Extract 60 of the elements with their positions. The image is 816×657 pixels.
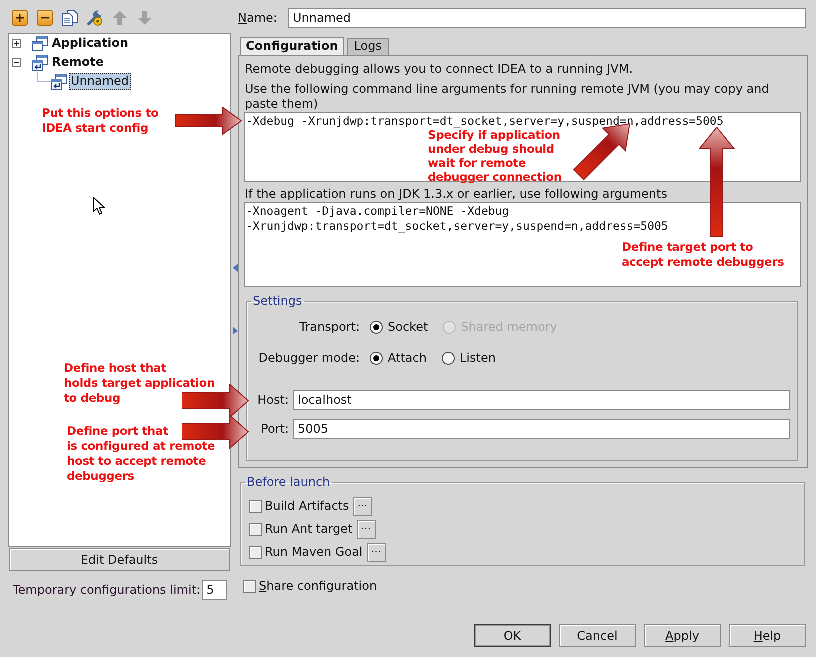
description-text: Remote debugging allows you to connect IDEA to a running JVM. bbox=[244, 62, 634, 77]
mouse-pointer-icon bbox=[93, 197, 105, 215]
documents-icon[interactable] bbox=[62, 10, 78, 26]
callout-arrow bbox=[175, 107, 242, 135]
radio-icon[interactable] bbox=[442, 352, 455, 364]
wrench-icon[interactable] bbox=[87, 10, 103, 26]
field-label: Name: bbox=[238, 11, 278, 25]
checkbox-icon[interactable] bbox=[249, 500, 262, 512]
ok-button[interactable]: OK bbox=[474, 624, 551, 647]
field-label: Port: bbox=[260, 422, 289, 436]
windows-icon bbox=[32, 36, 48, 52]
tab[interactable]: Configuration bbox=[240, 37, 344, 55]
triangle-right-icon[interactable] bbox=[232, 327, 238, 335]
tree-item[interactable]: Remote bbox=[50, 54, 106, 71]
browse-button[interactable]: ⋯ bbox=[353, 496, 372, 516]
tree-item[interactable]: Unnamed bbox=[69, 73, 132, 90]
window-arrow-icon bbox=[51, 74, 67, 90]
radio-button[interactable]: Attach bbox=[370, 351, 427, 365]
annotation-text: Define target port to accept remote debuggers bbox=[622, 240, 784, 270]
description-text: Use the following command line arguments for running remote JVM (you may copy and paste them) bbox=[244, 82, 770, 112]
name-field[interactable]: Unnamed bbox=[288, 8, 806, 28]
checkbox-item[interactable]: Run Ant target bbox=[249, 522, 353, 536]
plus-icon[interactable] bbox=[12, 10, 28, 26]
description-text: If the application runs on JDK 1.3.x or earlier, use following arguments bbox=[244, 187, 668, 202]
radio-button[interactable]: Listen bbox=[442, 351, 496, 365]
browse-button[interactable]: ⋯ bbox=[366, 542, 386, 562]
radio-icon[interactable] bbox=[370, 352, 383, 364]
help-button[interactable]: Help bbox=[729, 624, 806, 647]
plus-box-icon[interactable] bbox=[12, 39, 21, 48]
browse-button[interactable]: ⋯ bbox=[356, 520, 376, 538]
annotation-text: Define port that is configured at remote host to accept remote debuggers bbox=[67, 424, 216, 484]
minus-icon[interactable] bbox=[37, 10, 53, 26]
field-label: Debugger mode: bbox=[258, 351, 360, 365]
group-title: Settings bbox=[252, 294, 304, 308]
field-label: Transport: bbox=[298, 320, 360, 334]
tab[interactable]: Logs bbox=[347, 38, 389, 55]
group-title: Before launch bbox=[246, 475, 332, 489]
tree-item[interactable]: Application bbox=[50, 35, 131, 52]
checkbox-icon[interactable] bbox=[243, 580, 256, 592]
checkbox-item[interactable]: Build Artifacts bbox=[249, 499, 350, 513]
checkbox-icon[interactable] bbox=[249, 546, 262, 558]
radio-button[interactable]: Socket bbox=[370, 320, 428, 334]
limit-field[interactable]: 5 bbox=[202, 580, 227, 600]
edit-defaults-button[interactable]: Edit Defaults bbox=[9, 548, 230, 571]
host-field[interactable]: localhost bbox=[293, 390, 790, 410]
checkbox-item[interactable]: Share configuration bbox=[243, 579, 378, 593]
triangle-left-icon[interactable] bbox=[232, 264, 238, 272]
apply-button[interactable]: Apply bbox=[644, 624, 721, 647]
annotation-text: Specify if application under debug should wait for remote debugger connection bbox=[428, 128, 562, 184]
radio-icon[interactable] bbox=[370, 320, 383, 334]
field-label: Host: bbox=[256, 393, 289, 407]
minus-box-icon[interactable] bbox=[12, 58, 21, 67]
port-field[interactable]: 5005 bbox=[293, 419, 790, 439]
window-arrow-icon bbox=[32, 54, 48, 70]
checkbox-icon[interactable] bbox=[249, 522, 262, 536]
field-label: Temporary configurations limit: bbox=[13, 582, 201, 596]
cancel-button[interactable]: Cancel bbox=[559, 624, 636, 647]
annotation-text: Define host that holds target application to debug bbox=[64, 361, 215, 406]
annotation-text: Put this options to IDEA start config bbox=[42, 106, 159, 136]
checkbox-item[interactable]: Run Maven Goal bbox=[249, 545, 363, 559]
